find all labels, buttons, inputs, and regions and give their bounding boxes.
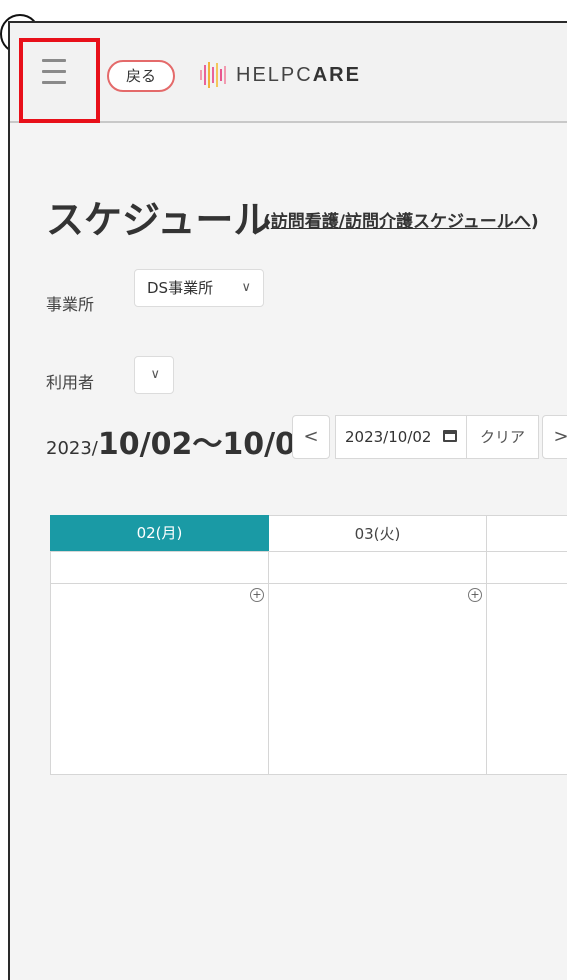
back-button[interactable]: 戻る <box>107 60 175 92</box>
day-cell-mon[interactable]: + <box>50 583 269 775</box>
day-header-tue[interactable]: 03(火) <box>269 515 487 551</box>
logo-bar <box>208 62 210 88</box>
logo-text: HELPCARE <box>236 63 361 86</box>
helpcare-logo[interactable]: HELPCARE <box>200 60 361 90</box>
add-schedule-icon[interactable]: + <box>250 588 264 602</box>
logo-bar <box>212 67 214 83</box>
page-title: スケジュール <box>46 198 272 242</box>
app-header: 戻る HELPCARE <box>10 23 567 123</box>
day-header-mon[interactable]: 02(月) <box>50 515 269 551</box>
logo-bar <box>224 66 226 84</box>
hamburger-menu-icon[interactable] <box>42 59 66 85</box>
office-label: 事業所 <box>46 295 95 314</box>
allday-cell[interactable] <box>269 551 487 583</box>
app-window: 戻る HELPCARE スケジュール (訪問看護/訪問介護スケジュールへ) 事業… <box>8 21 567 980</box>
add-schedule-icon[interactable]: + <box>468 588 482 602</box>
logo-bar <box>200 70 202 80</box>
schedule-switch-link[interactable]: (訪問看護/訪問介護スケジュールへ) <box>263 207 539 232</box>
prev-week-button[interactable]: < <box>292 415 330 459</box>
chevron-down-icon: ∨ <box>150 367 160 382</box>
chevron-down-icon: ∨ <box>241 280 251 295</box>
day-cell-tue[interactable]: + <box>269 583 487 775</box>
office-select[interactable]: DS事業所 ∨ <box>134 269 264 307</box>
logo-bar <box>216 63 218 87</box>
logo-bar <box>204 65 206 85</box>
day-cell-wed[interactable] <box>487 583 567 775</box>
logo-bar <box>220 69 222 81</box>
clear-button[interactable]: クリア <box>467 415 539 459</box>
next-week-button[interactable]: > <box>542 415 567 459</box>
date-picker-input[interactable]: 2023/10/02 <box>335 415 467 459</box>
allday-cell[interactable] <box>487 551 567 583</box>
day-header-wed[interactable] <box>487 515 567 551</box>
logo-mark-icon <box>200 62 226 88</box>
user-select[interactable]: ∨ <box>134 356 174 394</box>
week-range-label: 2023/10/02〜10/08 <box>46 427 317 462</box>
calendar-icon[interactable] <box>443 430 457 442</box>
allday-cell[interactable] <box>50 551 269 583</box>
user-label: 利用者 <box>46 373 95 392</box>
